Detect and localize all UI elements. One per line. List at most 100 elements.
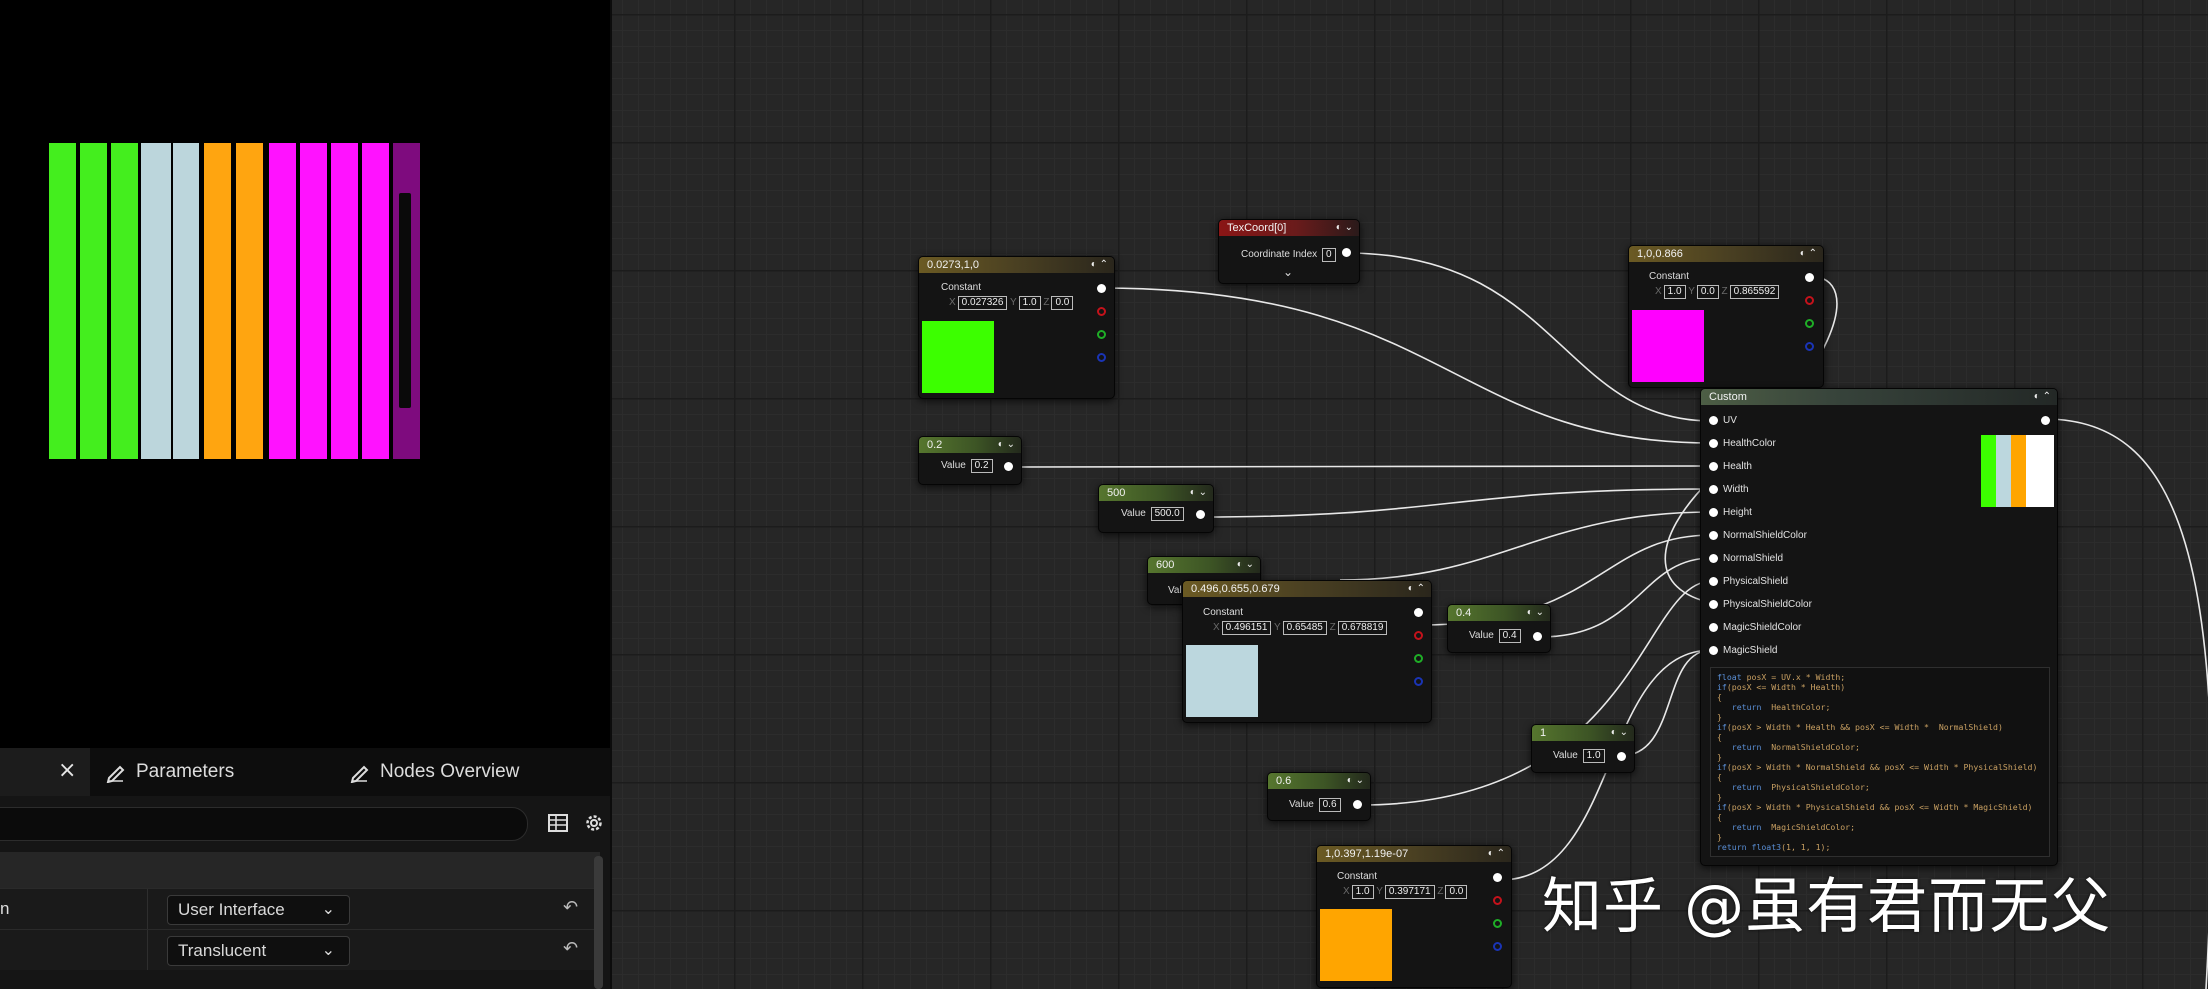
output-pin[interactable] (2041, 416, 2050, 425)
node-header[interactable]: Custom ◐ ⌃ (1701, 389, 2057, 405)
y-field[interactable]: 0.0 (1696, 285, 1719, 299)
domain-dropdown[interactable]: User Interface ⌄ (167, 895, 350, 925)
section-header[interactable] (0, 852, 600, 888)
node-collapse-icon[interactable]: ◐ ⌃ (1408, 581, 1425, 597)
scalar-node-width[interactable]: 500 ◐ ⌄ Value 500.0 (1098, 484, 1214, 533)
output-pin[interactable] (1004, 462, 1013, 471)
node-header[interactable]: 1 ◐ ⌄ (1532, 725, 1634, 741)
input-pin[interactable] (1709, 600, 1718, 609)
y-field[interactable]: 0.65485 (1282, 621, 1327, 635)
reset-to-default-icon[interactable]: ↶ (563, 897, 578, 918)
y-field[interactable]: 0.397171 (1384, 885, 1435, 899)
reset-to-default-icon[interactable]: ↶ (563, 938, 578, 959)
z-field[interactable]: 0.0 (1051, 296, 1074, 310)
output-pin-g[interactable] (1414, 654, 1423, 663)
input-pin[interactable] (1709, 439, 1718, 448)
node-header[interactable]: 0.4 ◐ ⌄ (1448, 605, 1550, 621)
node-collapse-icon[interactable]: ◐ ⌄ (1190, 485, 1207, 501)
input-pin[interactable] (1709, 416, 1718, 425)
output-pin[interactable] (1196, 510, 1205, 519)
output-pin-b[interactable] (1414, 677, 1423, 686)
scalar-node-health[interactable]: 0.2 ◐ ⌄ Value 0.2 (918, 436, 1022, 485)
output-pin-r[interactable] (1097, 307, 1106, 316)
node-header[interactable]: 0.0273,1,0 ◐ ⌃ (919, 257, 1114, 273)
tab-parameters[interactable]: Parameters (105, 748, 234, 796)
value-field[interactable]: 1.0 (1582, 749, 1605, 763)
table-view-icon[interactable] (547, 812, 569, 834)
output-pin-r[interactable] (1805, 296, 1814, 305)
node-xyz-fields[interactable]: X 1.0 Y 0.0 Z 0.865592 (1655, 285, 1780, 299)
output-pin-rgb[interactable] (1097, 284, 1106, 293)
node-collapse-icon[interactable]: ◐ ⌄ (1611, 725, 1628, 741)
node-header[interactable]: 0.2 ◐ ⌄ (919, 437, 1021, 453)
input-pin[interactable] (1709, 531, 1718, 540)
node-header[interactable]: 1,0.397,1.19e-07 ◐ ⌃ (1317, 846, 1511, 862)
value-field[interactable]: 0.2 (970, 459, 993, 473)
output-pin[interactable] (1342, 248, 1351, 257)
node-xyz-fields[interactable]: X 1.0 Y 0.397171 Z 0.0 (1343, 885, 1468, 899)
output-pin-b[interactable] (1097, 353, 1106, 362)
input-pin[interactable] (1709, 577, 1718, 586)
output-pin-rgb[interactable] (1805, 273, 1814, 282)
material-preview-viewport[interactable] (0, 0, 612, 748)
output-pin-g[interactable] (1097, 330, 1106, 339)
node-header[interactable]: 0.496,0.655,0.679 ◐ ⌃ (1183, 581, 1431, 597)
output-pin-b[interactable] (1805, 342, 1814, 351)
input-pin[interactable] (1709, 623, 1718, 632)
node-xyz-fields[interactable]: X 0.496151 Y 0.65485 Z 0.678819 (1213, 621, 1388, 635)
constant-node-magic-shield-color[interactable]: 1,0,0.866 ◐ ⌃ Constant X 1.0 Y 0.0 Z 0.86559… (1628, 245, 1824, 388)
coordinate-index-field[interactable]: 0 (1321, 248, 1336, 262)
value-field[interactable]: 0.6 (1318, 798, 1341, 812)
input-pin[interactable] (1709, 646, 1718, 655)
node-collapse-icon[interactable]: ◐ ⌃ (2034, 389, 2051, 405)
x-field[interactable]: 0.027326 (957, 296, 1008, 310)
tab-nodes-overview[interactable]: Nodes Overview (349, 748, 519, 796)
output-pin[interactable] (1617, 752, 1626, 761)
x-field[interactable]: 1.0 (1351, 885, 1374, 899)
texcoord-node[interactable]: TexCoord[0] ◐ ⌄ Coordinate Index 0 ⌄ (1218, 219, 1360, 284)
expand-chevron-icon[interactable]: ⌄ (1283, 265, 1293, 279)
node-collapse-icon[interactable]: ◐ ⌃ (1800, 246, 1817, 262)
value-field[interactable]: 0.4 (1498, 629, 1521, 643)
search-input[interactable] (0, 807, 528, 841)
scalar-node-physical-shield[interactable]: 0.6 ◐ ⌄ Value 0.6 (1267, 772, 1371, 821)
output-pin-r[interactable] (1414, 631, 1423, 640)
input-pin[interactable] (1709, 462, 1718, 471)
input-pin[interactable] (1709, 554, 1718, 563)
input-pin[interactable] (1709, 485, 1718, 494)
x-field[interactable]: 0.496151 (1221, 621, 1272, 635)
x-field[interactable]: 1.0 (1663, 285, 1686, 299)
output-pin-rgb[interactable] (1493, 873, 1502, 882)
output-pin-rgb[interactable] (1414, 608, 1423, 617)
tab-close-icon[interactable]: × (58, 758, 76, 783)
scrollbar[interactable] (594, 856, 603, 989)
scalar-node-normal-shield[interactable]: 0.4 ◐ ⌄ Value 0.4 (1447, 604, 1551, 653)
output-pin-b[interactable] (1493, 942, 1502, 951)
value-field[interactable]: 500.0 (1150, 507, 1184, 521)
constant-node-normal-shield-color[interactable]: 0.496,0.655,0.679 ◐ ⌃ Constant X 0.496151 … (1182, 580, 1432, 723)
node-xyz-fields[interactable]: X 0.027326 Y 1.0 Z 0.0 (949, 296, 1074, 310)
node-collapse-icon[interactable]: ◐ ⌄ (1336, 220, 1353, 236)
constant-node-physical-shield-color[interactable]: 1,0.397,1.19e-07 ◐ ⌃ Constant X 1.0 Y 0.397… (1316, 845, 1512, 988)
node-collapse-icon[interactable]: ◐ ⌃ (1091, 257, 1108, 273)
z-field[interactable]: 0.0 (1445, 885, 1468, 899)
output-pin-g[interactable] (1493, 919, 1502, 928)
output-pin-g[interactable] (1805, 319, 1814, 328)
y-field[interactable]: 1.0 (1018, 296, 1041, 310)
node-collapse-icon[interactable]: ◐ ⌄ (1527, 605, 1544, 621)
output-pin-r[interactable] (1493, 896, 1502, 905)
node-collapse-icon[interactable]: ◐ ⌃ (1488, 846, 1505, 862)
constant-node-health-color[interactable]: 0.0273,1,0 ◐ ⌃ Constant X 0.027326 Y 1.0 Z0… (918, 256, 1115, 399)
node-header[interactable]: 500 ◐ ⌄ (1099, 485, 1213, 501)
input-pin[interactable] (1709, 508, 1718, 517)
node-collapse-icon[interactable]: ◐ ⌄ (1237, 557, 1254, 573)
node-collapse-icon[interactable]: ◐ ⌄ (998, 437, 1015, 453)
output-pin[interactable] (1533, 632, 1542, 641)
node-header[interactable]: TexCoord[0] ◐ ⌄ (1219, 220, 1359, 236)
scalar-node-magic-shield[interactable]: 1 ◐ ⌄ Value 1.0 (1531, 724, 1635, 773)
output-pin[interactable] (1353, 800, 1362, 809)
node-header[interactable]: 600 ◐ ⌄ (1148, 557, 1260, 573)
z-field[interactable]: 0.865592 (1729, 285, 1780, 299)
node-header[interactable]: 1,0,0.866 ◐ ⌃ (1629, 246, 1823, 262)
node-collapse-icon[interactable]: ◐ ⌄ (1347, 773, 1364, 789)
